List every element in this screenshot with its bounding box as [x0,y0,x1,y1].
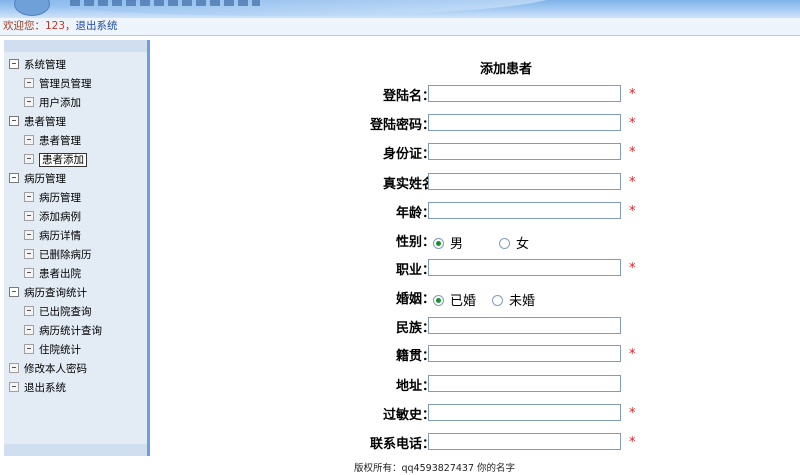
row-hometown: 籍贯： * [150,342,800,366]
real-name-input[interactable] [428,173,621,190]
sidebar-item-inpatient-stats[interactable]: 住院统计 [24,341,81,359]
radio-icon [499,238,510,249]
gender-label: 性别： [395,235,435,250]
sidebar-item-change-password[interactable]: 修改本人密码 [9,360,87,378]
leaf-icon [24,154,34,164]
password-input[interactable] [428,114,621,131]
leaf-icon [24,78,34,88]
collapse-icon [9,287,19,297]
welcome-separator: ， [65,20,76,32]
leaf-icon [24,344,34,354]
sidebar-header [4,40,147,52]
sidebar-item-deleted-records[interactable]: 已删除病历 [24,246,92,264]
required-mark: * [629,406,636,421]
form-title: 添加患者 [480,62,533,77]
phone-label: 联系电话： [369,437,435,452]
username: 123 [45,20,66,32]
collapse-icon [9,173,19,183]
gender-radio-female[interactable]: 女 [499,233,529,252]
sidebar-item-record-detail[interactable]: 病历详情 [24,227,81,245]
row-phone: 联系电话： * [150,430,800,454]
leaf-icon [24,268,34,278]
leaf-icon [9,382,19,392]
sidebar-group-system[interactable]: 系统管理 [9,56,66,74]
allergy-input[interactable] [428,404,621,421]
required-mark: * [629,175,636,190]
sidebar: 系统管理 管理员管理 用户添加 患者管理 患者管理 患者添加 病历管理 病历管理… [4,40,150,456]
sidebar-group-query-stats[interactable]: 病历查询统计 [9,284,87,302]
marriage-label: 婚姻： [395,292,435,307]
radio-selected-icon [433,295,444,306]
welcome-label: 欢迎您： [3,20,45,32]
hometown-input[interactable] [428,345,621,362]
top-banner [0,0,800,18]
required-mark: * [629,261,636,276]
password-label: 登陆密码： [369,118,435,133]
sidebar-item-record-stats[interactable]: 病历统计查询 [24,322,102,340]
copyright-text: 版权所有：qq4593827437 你的名字 [354,463,516,474]
sidebar-item-add-case[interactable]: 添加病例 [24,208,81,226]
leaf-icon [24,211,34,221]
required-mark: * [629,435,636,450]
row-marriage: 婚姻： 已婚 未婚 [150,285,800,309]
phone-input[interactable] [428,433,621,450]
required-mark: * [629,347,636,362]
row-password: 登陆密码： * [150,111,800,135]
occupation-input[interactable] [428,259,621,276]
leaf-icon [24,230,34,240]
leaf-icon [24,249,34,259]
row-id-card: 身份证： * [150,140,800,164]
row-address: 地址： [150,372,800,396]
logout-link[interactable]: 退出系统 [76,20,118,32]
marriage-radio-unmarried[interactable]: 未婚 [492,290,535,309]
leaf-icon [9,363,19,373]
sidebar-item-discharged-query[interactable]: 已出院查询 [24,303,92,321]
row-age: 年龄： * [150,199,800,223]
radio-icon [492,295,503,306]
leaf-icon [24,192,34,202]
login-name-input[interactable] [428,85,621,102]
sidebar-item-discharge[interactable]: 患者出院 [24,265,81,283]
welcome-bar: 欢迎您：123，退出系统 [0,18,800,36]
sidebar-item-user-add[interactable]: 用户添加 [24,94,81,112]
sidebar-item-patient-add[interactable]: 患者添加 [24,151,87,169]
sidebar-item-patient-manage[interactable]: 患者管理 [24,132,81,150]
logo-icon [14,0,50,16]
sidebar-item-records-manage[interactable]: 病历管理 [24,189,81,207]
radio-selected-icon [433,238,444,249]
sidebar-footer [4,444,147,456]
id-card-input[interactable] [428,143,621,160]
required-mark: * [629,87,636,102]
leaf-icon [24,325,34,335]
address-input[interactable] [428,375,621,392]
row-occupation: 职业： * [150,256,800,280]
required-mark: * [629,145,636,160]
sidebar-item-logout[interactable]: 退出系统 [9,379,66,397]
collapse-icon [9,116,19,126]
leaf-icon [24,306,34,316]
sidebar-group-patient[interactable]: 患者管理 [9,113,66,131]
sidebar-group-records[interactable]: 病历管理 [9,170,66,188]
age-input[interactable] [428,202,621,219]
collapse-icon [9,59,19,69]
row-allergy: 过敏史： * [150,401,800,425]
required-mark: * [629,116,636,131]
ethnicity-input[interactable] [428,317,621,334]
marriage-radio-married[interactable]: 已婚 [433,290,476,309]
row-gender: 性别： 男 女 [150,228,800,252]
sidebar-item-admin-manage[interactable]: 管理员管理 [24,75,92,93]
add-patient-form: 添加患者 登陆名： * 登陆密码： * 身份证： * 真实姓名 * 年龄： * … [150,40,800,475]
row-ethnicity: 民族： [150,314,800,338]
required-mark: * [629,204,636,219]
leaf-icon [24,135,34,145]
row-real-name: 真实姓名 * [150,170,800,194]
gender-radio-male[interactable]: 男 [433,233,463,252]
banner-title-graphic [70,0,260,6]
row-login-name: 登陆名： * [150,82,800,106]
leaf-icon [24,97,34,107]
